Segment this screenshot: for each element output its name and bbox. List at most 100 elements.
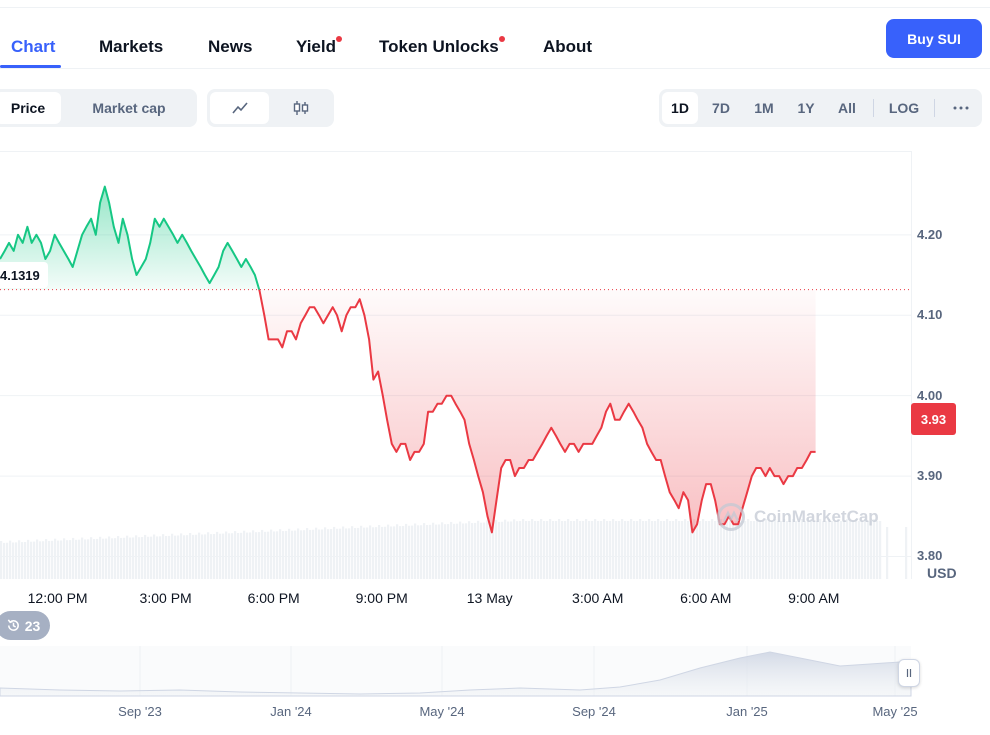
volume-bar	[222, 533, 225, 579]
volume-bar	[186, 535, 189, 579]
volume-bar	[687, 521, 690, 579]
volume-bar	[87, 539, 90, 579]
volume-bar	[501, 521, 504, 579]
volume-bar	[390, 526, 393, 579]
volume-bar	[93, 539, 96, 579]
volume-bar	[564, 521, 567, 579]
volume-bar	[480, 522, 483, 579]
volume-bar	[411, 525, 414, 579]
brush-tick-label: May '24	[419, 704, 465, 719]
volume-bar	[249, 532, 252, 579]
volume-bar	[99, 536, 102, 579]
volume-bar	[333, 526, 336, 579]
brush-tick-label: May '25	[872, 704, 918, 719]
price-chart[interactable]	[0, 0, 990, 735]
volume-bar	[360, 525, 363, 579]
volume-bar	[168, 535, 171, 579]
volume-bar	[408, 525, 411, 579]
volume-bar	[456, 523, 459, 579]
volume-bar	[420, 525, 423, 579]
volume-bar	[132, 537, 135, 579]
volume-bar	[234, 531, 237, 579]
volume-bar	[522, 519, 525, 579]
volume-bar	[555, 521, 558, 579]
volume-bar	[231, 533, 234, 579]
volume-bar	[591, 521, 594, 579]
volume-bar	[261, 529, 264, 579]
volume-bar	[39, 541, 42, 579]
volume-bar	[24, 541, 27, 579]
volume-bar	[699, 521, 702, 579]
volume-bar	[183, 535, 186, 579]
volume-bar	[483, 522, 486, 579]
volume-bar	[264, 531, 267, 579]
volume-bar	[147, 536, 150, 579]
x-tick-label: 6:00 PM	[247, 590, 300, 606]
volume-bar	[534, 521, 537, 579]
volume-bar	[54, 538, 57, 579]
volume-bar	[15, 542, 18, 579]
volume-bar	[201, 534, 204, 579]
volume-bar	[393, 526, 396, 579]
volume-bar	[75, 539, 78, 579]
volume-bar	[384, 526, 387, 579]
volume-bar	[672, 521, 675, 579]
brush-handle[interactable]	[898, 659, 920, 687]
volume-bar	[60, 540, 63, 579]
volume-bar	[444, 524, 447, 579]
volume-bar	[414, 523, 417, 579]
volume-bar	[351, 526, 354, 579]
volume-bar	[618, 521, 621, 579]
volume-bar	[387, 524, 390, 579]
volume-bar	[696, 521, 699, 579]
volume-bar	[72, 537, 75, 579]
y-tick-label: 4.20	[917, 226, 943, 242]
volume-bar	[216, 531, 219, 579]
volume-bar	[21, 542, 24, 579]
volume-bar	[471, 523, 474, 579]
volume-bar	[300, 530, 303, 579]
volume-bar	[588, 521, 591, 579]
history-badge[interactable]: 23	[0, 611, 50, 640]
volume-bar	[126, 535, 129, 579]
volume-bar	[702, 519, 705, 579]
drag-handle-icon	[906, 669, 912, 677]
reference-price-label: 4.1319	[0, 262, 48, 288]
range-brush[interactable]	[0, 646, 912, 697]
volume-bar	[363, 527, 366, 579]
volume-bar	[537, 521, 540, 579]
volume-bar	[519, 521, 522, 579]
volume-bar	[615, 521, 618, 579]
current-price-badge: 3.93	[911, 403, 956, 435]
volume-bar	[288, 528, 291, 579]
volume-bar	[318, 529, 321, 579]
volume-bar	[198, 532, 201, 579]
coinmarketcap-logo-icon	[717, 503, 745, 531]
volume-bar	[558, 519, 561, 579]
volume-bar	[150, 536, 153, 579]
volume-bar	[237, 532, 240, 579]
volume-bar	[330, 529, 333, 579]
y-tick-label: 4.10	[917, 307, 943, 323]
volume-bar	[582, 521, 585, 579]
chart-top-border	[0, 151, 911, 152]
volume-bar	[342, 526, 345, 579]
volume-bar	[135, 535, 138, 579]
volume-bar	[294, 530, 297, 579]
volume-bar	[84, 539, 87, 579]
volume-bar	[540, 519, 543, 579]
volume-bar	[579, 521, 582, 579]
volume-bar	[609, 521, 612, 579]
volume-bar	[429, 524, 432, 579]
volume-bar	[516, 521, 519, 579]
volume-bar	[324, 527, 327, 579]
volume-bar	[594, 519, 597, 579]
volume-bar	[267, 531, 270, 579]
volume-bar	[78, 539, 81, 579]
volume-bar	[507, 521, 510, 579]
volume-bar	[531, 519, 534, 579]
volume-bar	[570, 521, 573, 579]
volume-bar	[42, 541, 45, 579]
volume-bar	[627, 521, 630, 579]
volume-bar	[57, 540, 60, 579]
